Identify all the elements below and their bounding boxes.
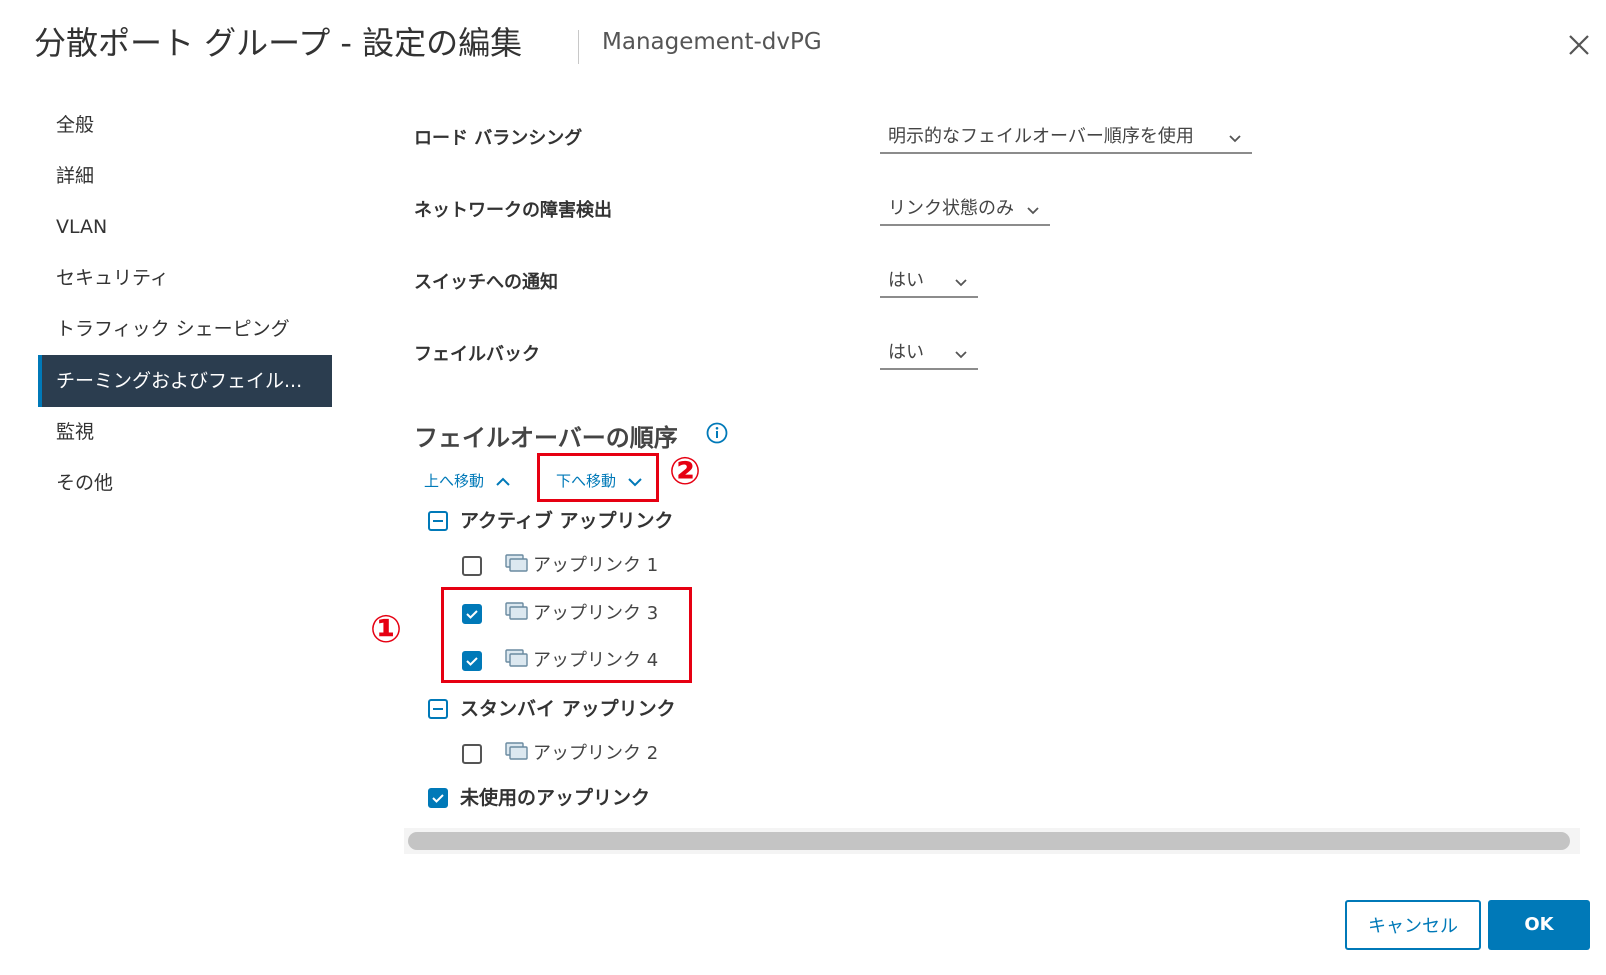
collapse-active-uplinks[interactable] xyxy=(428,511,448,531)
sidebar-item-traffic-shaping[interactable]: トラフィック シェーピング xyxy=(38,304,332,354)
uplink-3-checkbox[interactable] xyxy=(462,604,482,624)
load-balancing-value: 明示的なフェイルオーバー順序を使用 xyxy=(888,126,1194,147)
sidebar-item-vlan[interactable]: VLAN xyxy=(38,202,332,252)
uplink-3-label: アップリンク 3 xyxy=(533,603,659,624)
chevron-down-icon xyxy=(955,351,967,359)
sidebar-item-general[interactable]: 全般 xyxy=(38,100,332,150)
move-down-label: 下へ移動 xyxy=(556,472,617,490)
scrollbar-thumb[interactable] xyxy=(408,832,1570,850)
move-up-button[interactable]: 上へ移動 xyxy=(424,470,511,491)
unused-uplinks-checkbox[interactable] xyxy=(428,788,448,808)
dialog-title: 分散ポート グループ - 設定の編集 xyxy=(34,24,523,62)
failure-detection-label: ネットワークの障害検出 xyxy=(414,200,612,221)
uplink-icon xyxy=(505,554,528,572)
check-icon xyxy=(466,657,478,666)
chevron-down-icon xyxy=(955,279,967,287)
dialog-subtitle: Management-dvPG xyxy=(602,29,822,55)
close-button[interactable] xyxy=(1564,30,1594,60)
cancel-button[interactable]: キャンセル xyxy=(1345,900,1481,950)
move-down-button[interactable]: 下へ移動 xyxy=(556,470,643,491)
chevron-down-icon xyxy=(628,477,642,486)
uplink-1-label: アップリンク 1 xyxy=(533,555,659,576)
uplink-icon xyxy=(505,742,528,760)
notify-switches-label: スイッチへの通知 xyxy=(414,272,558,293)
load-balancing-select[interactable]: 明示的なフェイルオーバー順序を使用 xyxy=(880,120,1252,154)
uplink-icon xyxy=(505,602,528,620)
annotation-number-2: ② xyxy=(669,449,702,493)
failure-detection-select[interactable]: リンク状態のみ xyxy=(880,192,1050,226)
move-up-label: 上へ移動 xyxy=(424,472,485,490)
sidebar-item-security[interactable]: セキュリティ xyxy=(38,253,332,303)
title-divider xyxy=(578,30,579,64)
check-icon xyxy=(432,794,444,803)
close-icon xyxy=(1569,35,1589,55)
chevron-down-icon xyxy=(1027,207,1039,215)
failover-order-title: フェイルオーバーの順序 xyxy=(414,424,678,452)
uplink-4-label: アップリンク 4 xyxy=(533,650,659,671)
failback-label: フェイルバック xyxy=(414,344,540,365)
uplink-4-checkbox[interactable] xyxy=(462,651,482,671)
notify-switches-value: はい xyxy=(888,270,924,291)
ok-button[interactable]: OK xyxy=(1488,900,1590,950)
chevron-up-icon xyxy=(496,477,510,486)
chevron-down-icon xyxy=(1229,135,1241,143)
info-icon xyxy=(706,422,728,444)
failback-select[interactable]: はい xyxy=(880,336,978,370)
uplink-1-checkbox[interactable] xyxy=(462,556,482,576)
sidebar-item-monitoring[interactable]: 監視 xyxy=(38,407,332,457)
notify-switches-select[interactable]: はい xyxy=(880,264,978,298)
unused-uplinks-label: 未使用のアップリンク xyxy=(460,787,651,809)
failback-value: はい xyxy=(888,342,924,363)
active-uplinks-label: アクティブ アップリンク xyxy=(460,510,674,532)
uplink-2-checkbox[interactable] xyxy=(462,744,482,764)
sidebar-item-misc[interactable]: その他 xyxy=(38,458,332,508)
sidebar-item-teaming-failover[interactable]: チーミングおよびフェイル... xyxy=(38,355,332,407)
load-balancing-label: ロード バランシング xyxy=(414,128,583,149)
collapse-standby-uplinks[interactable] xyxy=(428,699,448,719)
failure-detection-value: リンク状態のみ xyxy=(888,198,1014,219)
info-button[interactable] xyxy=(706,422,728,444)
uplink-2-label: アップリンク 2 xyxy=(533,743,659,764)
check-icon xyxy=(466,610,478,619)
sidebar-item-advanced[interactable]: 詳細 xyxy=(38,151,332,201)
annotation-number-1: ① xyxy=(370,607,403,651)
standby-uplinks-label: スタンバイ アップリンク xyxy=(460,698,676,720)
uplink-icon xyxy=(505,649,528,667)
